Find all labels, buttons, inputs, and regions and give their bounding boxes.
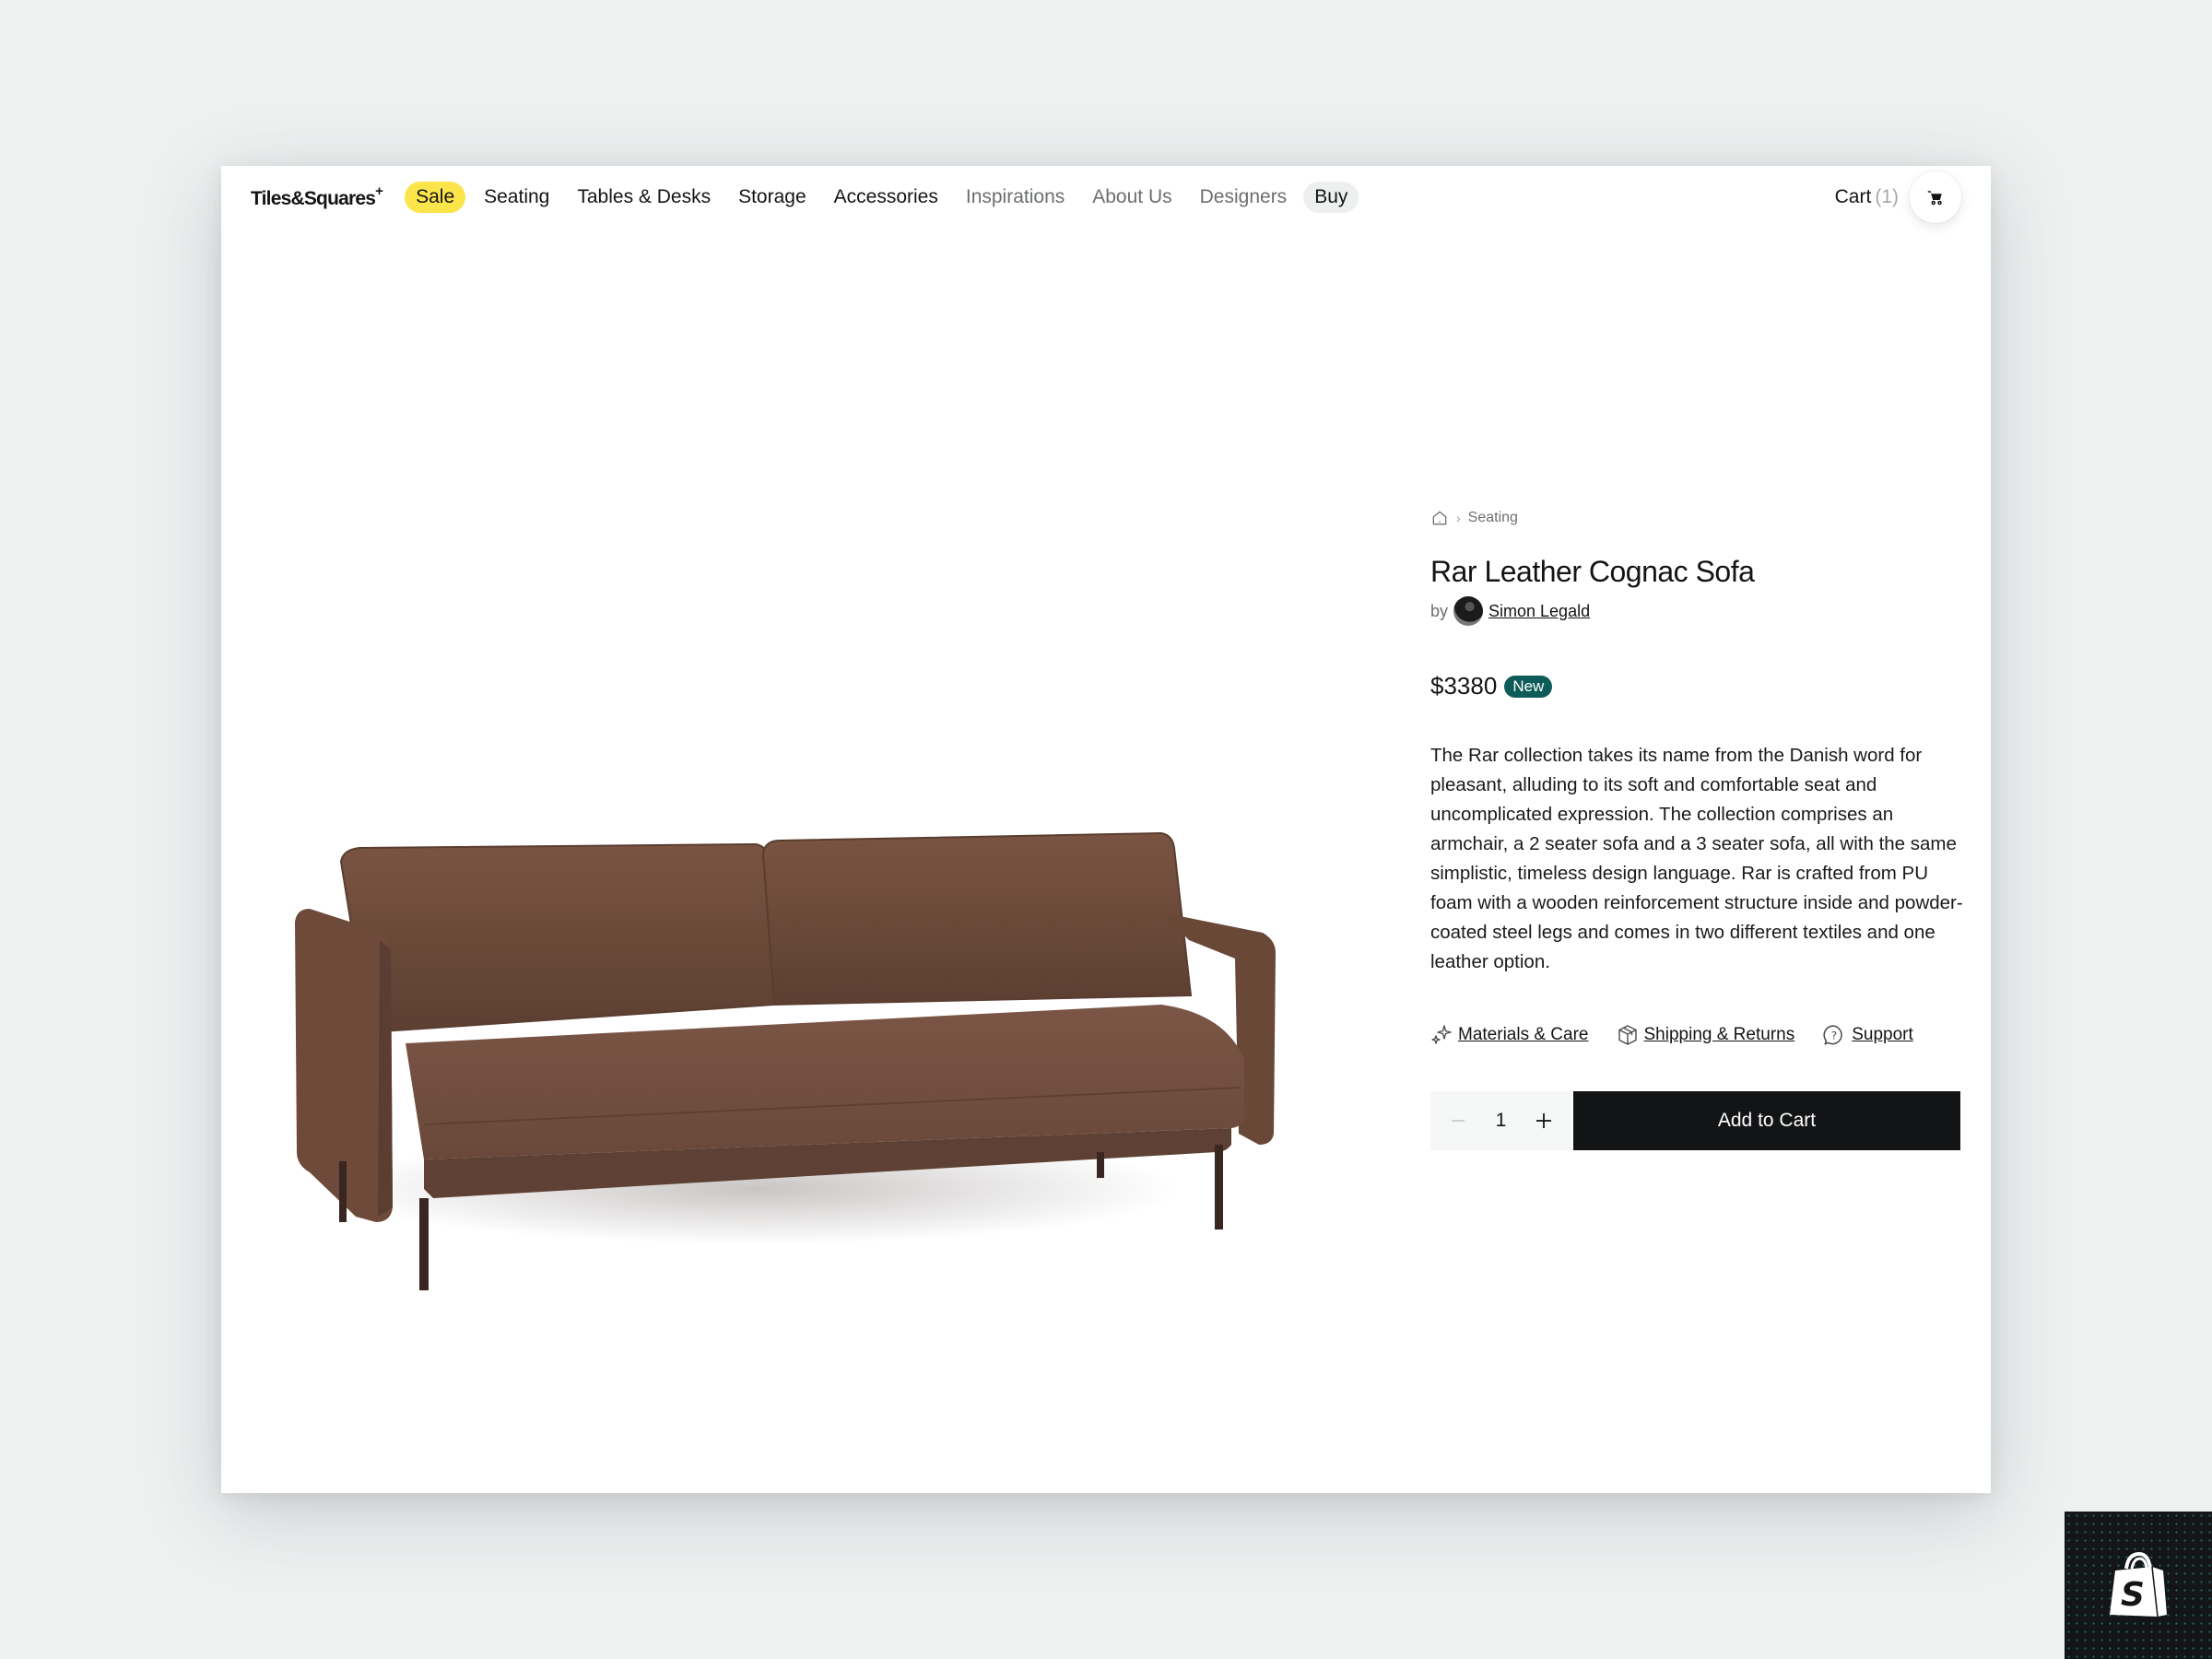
nav-item-tables-desks[interactable]: Tables & Desks (566, 182, 722, 213)
product-title: Rar Leather Cognac Sofa (1430, 555, 1755, 588)
add-to-cart-button[interactable]: Add to Cart (1573, 1091, 1960, 1150)
nav-item-storage[interactable]: Storage (727, 182, 818, 213)
designer-link[interactable]: Simon Legald (1488, 602, 1590, 621)
brand-logo[interactable]: Tiles&Squares+ (251, 182, 383, 210)
sofa-leg (419, 1198, 429, 1290)
price-row: $3380 New (1430, 672, 1965, 700)
nav-item-designers[interactable]: Designers (1189, 182, 1299, 213)
shipping-returns-label: Shipping & Returns (1643, 1025, 1795, 1044)
designer-avatar (1453, 596, 1484, 626)
shopify-bag-icon: S (2110, 1551, 2167, 1618)
back-cushion-left (339, 842, 776, 1034)
sofa-leg (339, 1161, 347, 1222)
svg-text:S: S (2121, 1576, 2145, 1614)
nav-item-about-us[interactable]: About Us (1081, 182, 1182, 213)
cart-link[interactable]: Cart (1) (1835, 186, 1899, 208)
sparkles-icon (1431, 1025, 1452, 1044)
cart-area: Cart (1) (1835, 171, 1961, 223)
nav-item-seating[interactable]: Seating (473, 182, 560, 213)
nav-item-sale[interactable]: Sale (405, 182, 466, 213)
shipping-returns-link[interactable]: Shipping & Returns (1617, 1024, 1795, 1046)
shopify-badge[interactable]: S (2065, 1512, 2212, 1659)
materials-care-link[interactable]: Materials & Care (1430, 1024, 1589, 1046)
support-link[interactable]: ? Support (1822, 1023, 1913, 1047)
cart-button[interactable] (1910, 171, 1961, 223)
brand-name: Tiles&Squares (251, 187, 376, 209)
nav-item-inspirations[interactable]: Inspirations (955, 182, 1076, 213)
help-chat-icon: ? (1823, 1025, 1842, 1045)
nav-item-buy[interactable]: Buy (1303, 182, 1359, 213)
quantity-value[interactable]: 1 (1496, 1110, 1507, 1132)
top-navigation: Tiles&Squares+ Sale Seating Tables & Des… (221, 166, 1991, 229)
breadcrumb: › Seating (1430, 509, 1965, 527)
home-icon[interactable] (1430, 509, 1449, 527)
product-links: Materials & Care Shipping & Returns ? Su… (1430, 1023, 1965, 1047)
decrease-quantity-button[interactable] (1440, 1102, 1477, 1139)
brand-superscript: + (375, 182, 383, 199)
product-price: $3380 (1430, 672, 1498, 700)
purchase-controls: 1 Add to Cart (1430, 1091, 1960, 1150)
cart-label: Cart (1834, 186, 1872, 207)
new-badge: New (1504, 675, 1553, 698)
product-image (276, 636, 1300, 1336)
increase-quantity-button[interactable] (1525, 1102, 1562, 1139)
product-info: › Seating Rar Leather Cognac Sofa by Sim… (1430, 509, 1965, 1150)
sofa-leg (1097, 1152, 1104, 1178)
quantity-stepper: 1 (1430, 1091, 1571, 1150)
breadcrumb-item-seating[interactable]: Seating (1468, 510, 1518, 526)
sofa-leg (1215, 1145, 1223, 1230)
browser-window: Tiles&Squares+ Sale Seating Tables & Des… (221, 166, 1991, 1493)
nav-item-accessories[interactable]: Accessories (823, 182, 949, 213)
support-label: Support (1852, 1025, 1913, 1044)
designer-byline: by Simon Legald (1430, 596, 1965, 626)
svg-text:?: ? (1831, 1029, 1837, 1041)
sofa-illustration (295, 831, 1276, 1290)
back-cushion-right (761, 831, 1193, 1006)
nav-links: Sale Seating Tables & Desks Storage Acce… (405, 182, 1359, 213)
cart-icon (1927, 191, 1942, 206)
minus-icon (1452, 1120, 1465, 1122)
materials-care-label: Materials & Care (1458, 1025, 1589, 1044)
by-label: by (1430, 601, 1449, 620)
product-description: The Rar collection takes its name from t… (1430, 745, 1963, 972)
plus-icon (1536, 1113, 1551, 1128)
cart-count: (1) (1875, 186, 1899, 207)
breadcrumb-separator: › (1456, 511, 1461, 525)
box-icon (1618, 1025, 1637, 1045)
